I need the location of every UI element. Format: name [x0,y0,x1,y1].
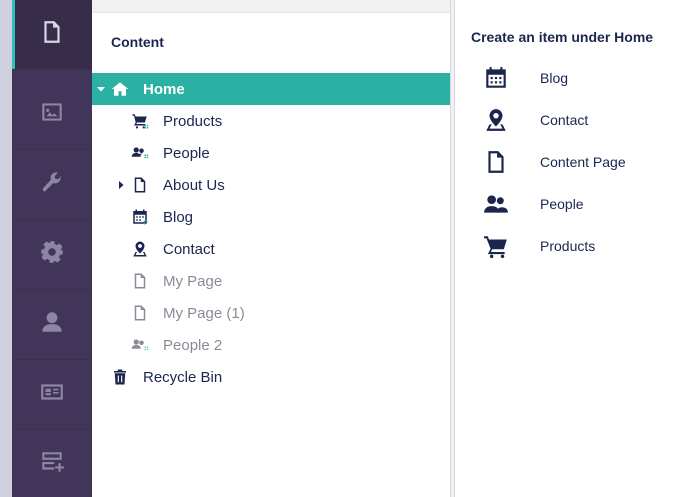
tree-node-label: Recycle Bin [143,368,223,386]
section-forms[interactable] [12,430,92,497]
create-option-blog[interactable]: Blog [455,58,687,98]
cart-icon [482,232,510,260]
map-pin-icon [131,240,149,258]
wrench-icon [39,169,65,200]
section-content[interactable] [12,0,92,70]
cart-icon [131,112,149,130]
create-option-label: Products [540,238,596,254]
calendar-icon [131,208,149,226]
home-icon [111,80,129,98]
document-icon [39,19,65,50]
create-option-contact[interactable]: Contact [455,100,687,140]
form-icon [39,449,65,480]
create-option-products[interactable]: Products [455,226,687,266]
dialog-title: Create an item under Home [471,29,654,45]
create-option-label: People [540,196,584,212]
people-icon [482,190,510,218]
image-icon [39,99,65,130]
people-icon [131,144,149,162]
tree-node-label: People 2 [163,336,223,354]
document-icon [131,176,149,194]
document-icon [131,304,149,322]
tree-node-about-us[interactable]: About Us [92,169,450,201]
gear-icon [39,239,65,270]
id-card-icon [39,379,65,410]
tree-node-label: People [163,144,210,162]
section-media[interactable] [12,80,92,150]
tree-node-label: Contact [163,240,215,258]
tree-node-my-page-1[interactable]: My Page (1) [92,297,450,329]
document-icon [131,272,149,290]
document-icon [482,148,510,176]
tree-node-contact[interactable]: Contact [92,233,450,265]
section-rail [12,0,92,497]
section-users[interactable] [12,290,92,360]
tree-node-my-page[interactable]: My Page [92,265,450,297]
tree-node-label: My Page (1) [163,304,245,322]
section-settings[interactable] [12,150,92,220]
tree-node-home[interactable]: Home [92,73,450,105]
tree-node-people-2[interactable]: People 2 [92,329,450,361]
create-option-label: Blog [540,70,569,86]
tree-node-people[interactable]: People [92,137,450,169]
section-packages[interactable] [12,220,92,290]
create-option-content-page[interactable]: Content Page [455,142,687,182]
create-item-dialog: Create an item under Home Blog Contact C… [455,0,687,497]
map-pin-icon [482,106,510,134]
tree-node-label: Blog [163,208,194,226]
section-members[interactable] [12,360,92,430]
tree-node-label: Home [143,80,185,98]
tree-node-products[interactable]: Products [92,105,450,137]
tree-title: Content [111,34,164,50]
create-option-label: Contact [540,112,589,128]
content-tree-panel: Content Home Products People About Us Bl… [92,0,450,497]
user-icon [39,309,65,340]
people-icon [131,336,149,354]
caret-right-icon[interactable] [117,181,125,189]
tree-node-label: About Us [163,176,225,194]
tree-node-label: My Page [163,272,223,290]
tree-node-label: Products [163,112,223,130]
caret-down-icon[interactable] [97,85,105,93]
tree-node-blog[interactable]: Blog [92,201,450,233]
trash-icon [111,368,129,386]
tree-node-recycle-bin[interactable]: Recycle Bin [92,361,450,393]
left-gutter [0,0,12,497]
create-option-label: Content Page [540,154,626,170]
create-option-people[interactable]: People [455,184,687,224]
calendar-icon [482,64,510,92]
